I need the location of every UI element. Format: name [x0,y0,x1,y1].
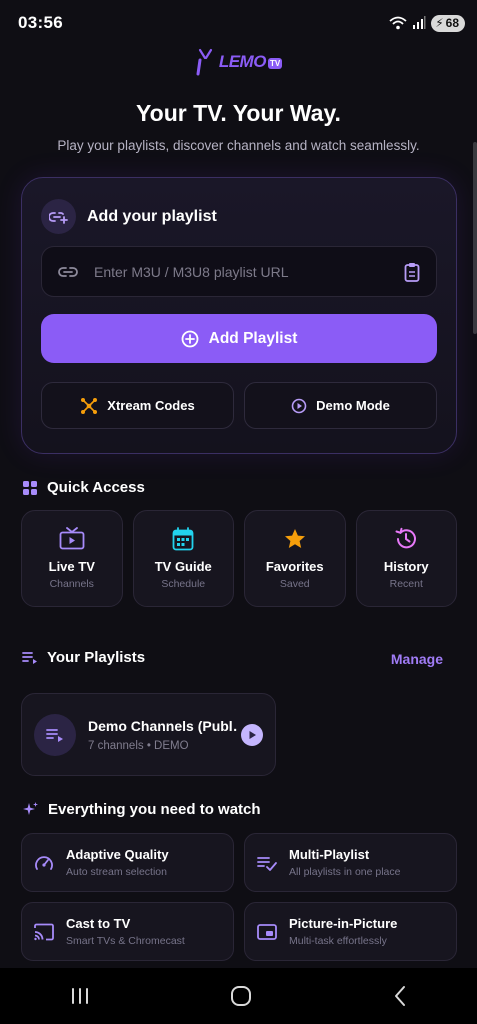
hero-subtitle: Play your playlists, discover channels a… [57,138,420,153]
quick-access-title-live-tv: Live TV [48,559,95,574]
playlists-header: Your Playlists [22,649,145,666]
charging-icon: ⚡ [435,16,444,30]
logo-text: LEMO [218,52,267,71]
demo-mode-label: Demo Mode [316,398,390,413]
quick-access-sub-history: Recent [389,578,423,590]
quick-access-title-history: History [383,559,429,574]
status-time: 03:56 [18,13,63,32]
quick-access-sub-favorites: Saved [279,578,310,590]
feature-title-adaptive-quality: Adaptive Quality [66,847,169,862]
playlist-url-input[interactable] [94,263,404,280]
quick-access-grid: Live TV Channels TV Guide Schedule Favor… [21,510,457,607]
feature-picture-in-picture[interactable]: Picture-in-Picture Multi-task effortless… [244,902,457,961]
quick-access-tv-guide[interactable]: TV Guide Schedule [132,510,234,607]
feature-adaptive-quality[interactable]: Adaptive Quality Auto stream selection [21,833,234,892]
playlist-url-field[interactable] [41,246,437,297]
quick-access-header: Quick Access [22,479,145,496]
home-icon[interactable] [230,985,252,1007]
history-icon [395,527,417,549]
sparkle-icon [23,802,38,815]
features-header: Everything you need to watch [22,801,261,818]
play-circle-icon [291,398,307,413]
add-playlist-label: Add Playlist [208,329,298,347]
scroll-indicator[interactable] [473,142,477,334]
status-bar: 03:56 ⚡ 68 [0,0,477,46]
logo-badge: TV [267,58,283,69]
feature-cast-to-tv[interactable]: Cast to TV Smart TVs & Chromecast [21,902,234,961]
add-playlist-header: Add your playlist [41,199,217,234]
feature-sub-adaptive-quality: Auto stream selection [66,866,167,878]
playlist-item-title: Demo Channels (Publ… [88,717,237,734]
playlist-item[interactable]: Demo Channels (Publ… 7 channels • DEMO [21,693,276,776]
hero-title: Your TV. Your Way. [136,100,341,126]
quick-access-title: Quick Access [47,479,145,496]
playlist-item-text: Demo Channels (Publ… 7 channels • DEMO [88,718,237,752]
back-icon[interactable] [393,985,407,1007]
quick-access-sub-live-tv: Channels [49,578,94,590]
feature-title-cast-to-tv: Cast to TV [66,916,131,931]
playlists-title: Your Playlists [47,649,146,666]
star-icon [284,529,305,548]
feature-multi-playlist[interactable]: Multi-Playlist All playlists in one plac… [244,833,457,892]
clipboard-icon[interactable] [404,262,420,282]
xtream-codes-button[interactable]: Xtream Codes [41,382,234,429]
playlist-check-icon [257,856,277,871]
add-link-icon [41,199,76,234]
playlist-icon [22,651,37,664]
signal-icon [413,16,426,29]
feature-sub-cast-to-tv: Smart TVs & Chromecast [66,935,185,947]
xtream-codes-label: Xtream Codes [107,398,195,413]
demo-mode-button[interactable]: Demo Mode [244,382,437,429]
pip-icon [257,923,277,940]
quick-access-history[interactable]: History Recent [355,510,457,607]
manage-playlists-link[interactable]: Manage [391,651,443,667]
features-grid: Adaptive Quality Auto stream selection M… [21,833,457,961]
feature-title-picture-in-picture: Picture-in-Picture [289,916,398,931]
add-playlist-title: Add your playlist [87,207,217,225]
quick-access-title-favorites: Favorites [265,559,324,574]
quick-access-title-tv-guide: TV Guide [154,559,212,574]
system-nav-bar [0,968,477,1024]
calendar-icon [172,527,194,551]
cast-icon [34,923,54,940]
play-button-icon[interactable] [241,723,263,746]
grid-icon [23,480,37,495]
battery-level: 68 [445,16,459,30]
xtream-icon [81,397,98,414]
secondary-buttons: Xtream Codes Demo Mode [41,382,437,429]
feature-title-multi-playlist: Multi-Playlist [289,847,370,862]
app-logo: LEMO TV [0,48,477,76]
speedometer-icon [35,855,53,870]
add-playlist-card: Add your playlist Add Playlist [21,177,457,454]
status-icons: ⚡ 68 [389,14,465,32]
features-title: Everything you need to watch [48,801,261,818]
add-playlist-button[interactable]: Add Playlist [41,314,437,363]
quick-access-live-tv[interactable]: Live TV Channels [21,510,123,607]
tv-icon [59,527,85,550]
playlist-item-subtitle: 7 channels • DEMO [88,739,189,752]
logo-antenna-icon [196,48,212,76]
link-icon [58,266,78,277]
recent-apps-icon[interactable] [70,987,90,1005]
quick-access-sub-tv-guide: Schedule [161,578,206,590]
plus-circle-icon [181,330,199,347]
quick-access-favorites[interactable]: Favorites Saved [244,510,346,607]
wifi-icon [389,16,407,30]
battery-indicator: ⚡ 68 [431,14,465,32]
feature-sub-picture-in-picture: Multi-task effortlessly [289,935,387,947]
feature-sub-multi-playlist: All playlists in one place [289,866,401,878]
playlist-item-icon [34,713,76,756]
